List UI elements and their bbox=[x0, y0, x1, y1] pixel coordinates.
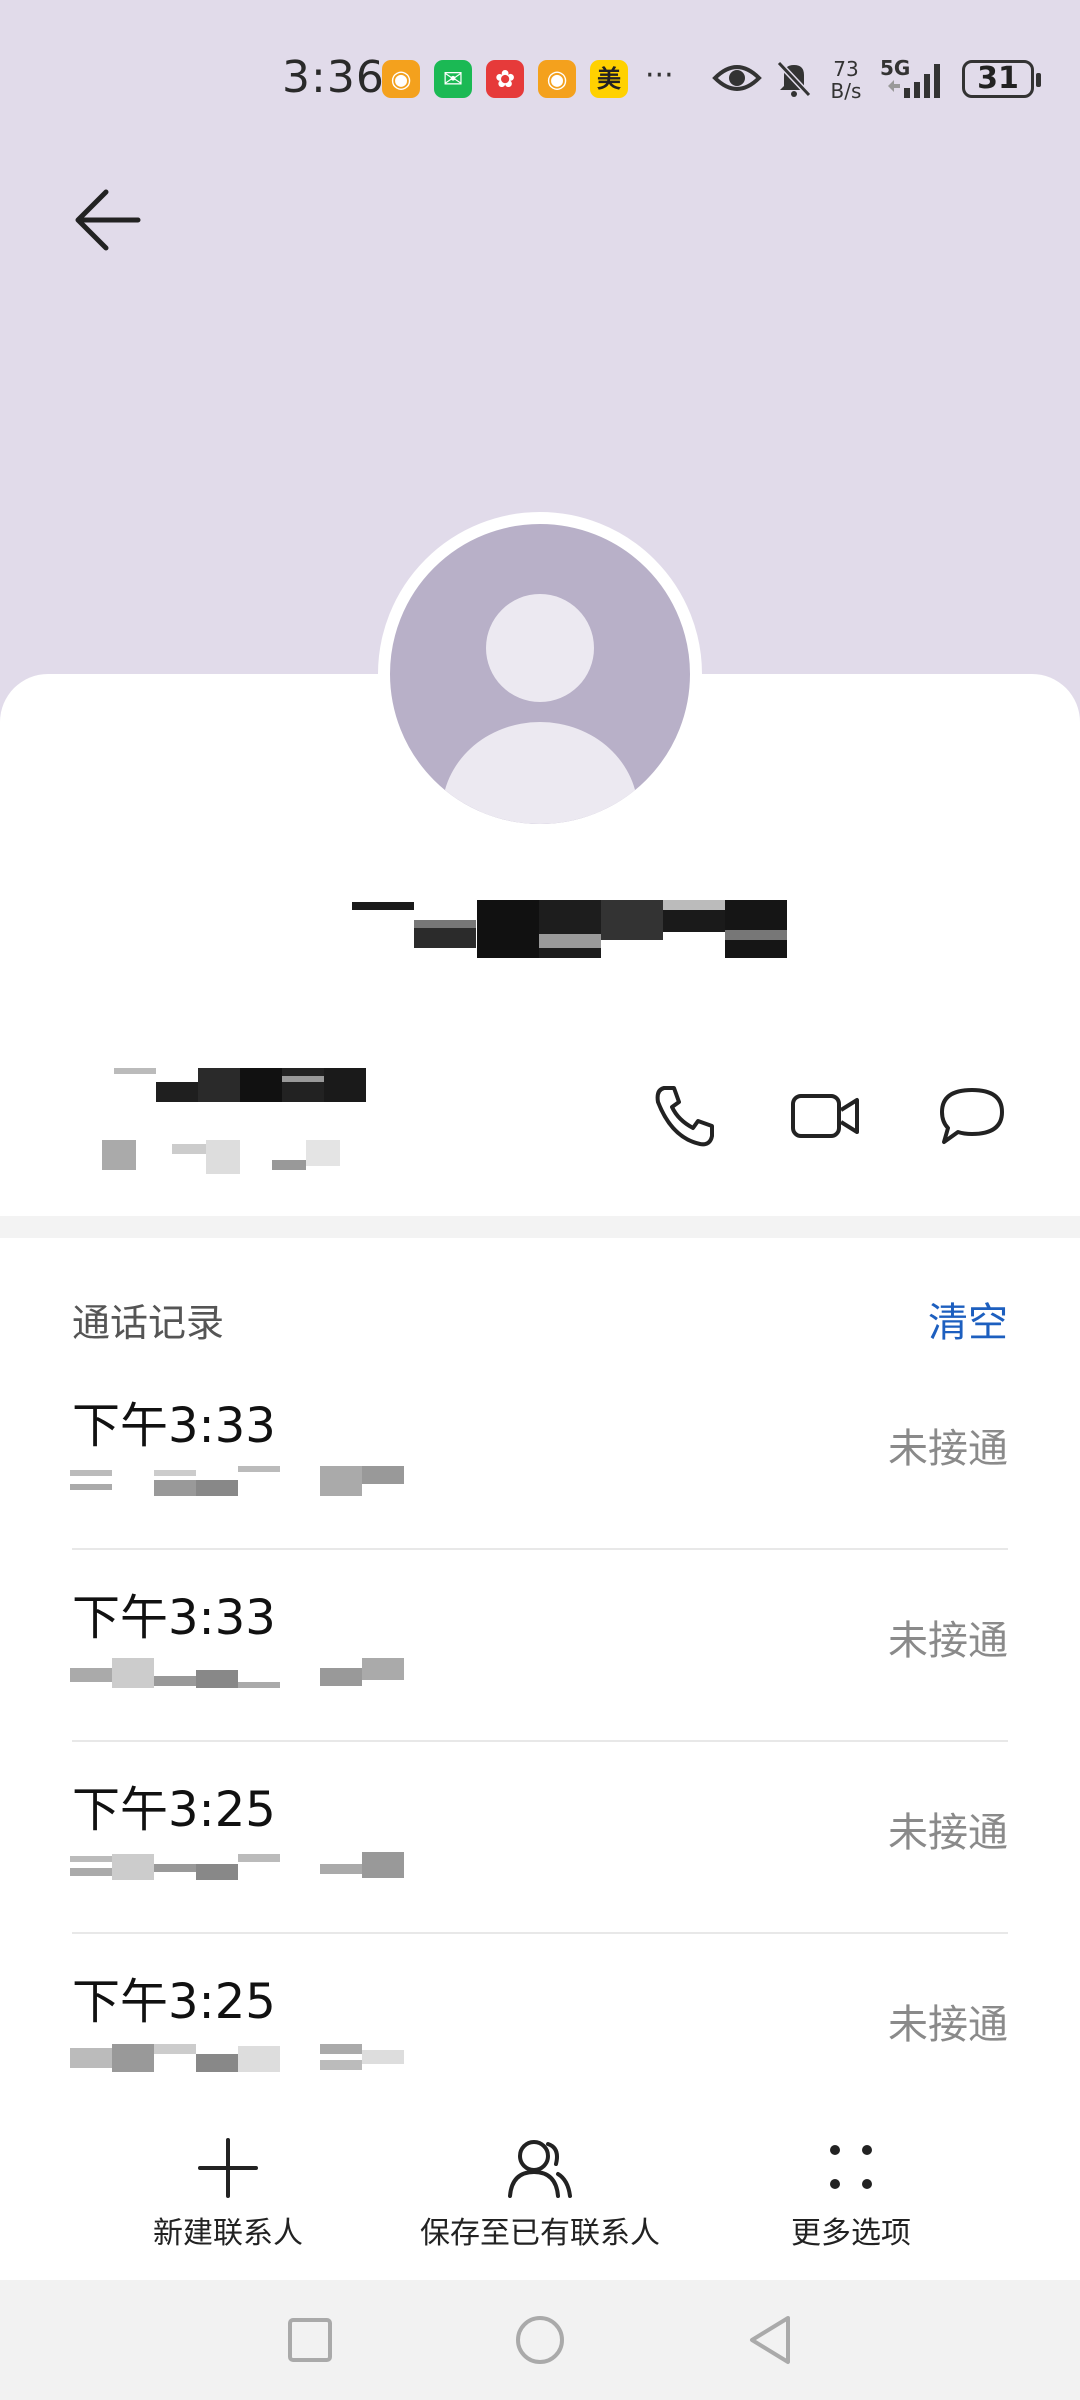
call-time: 下午3:33 bbox=[72, 1590, 276, 1646]
battery-icon: 31 bbox=[962, 60, 1041, 98]
save-to-existing-contact-button[interactable]: 保存至已有联系人 bbox=[406, 2110, 674, 2252]
weibo-icon: ◉ bbox=[382, 60, 420, 98]
plus-icon bbox=[198, 2138, 258, 2198]
recent-apps-icon[interactable] bbox=[280, 2310, 340, 2370]
back-triangle-icon[interactable] bbox=[740, 2310, 800, 2370]
contacts-person-icon bbox=[508, 2140, 572, 2198]
back-arrow-icon[interactable] bbox=[72, 184, 144, 256]
avatar[interactable] bbox=[378, 512, 702, 836]
more-dots-icon bbox=[830, 2145, 872, 2189]
mute-bell-icon bbox=[776, 60, 812, 98]
call-log-row[interactable]: 下午3:25 未接通 bbox=[70, 1934, 1008, 2126]
section-divider bbox=[0, 1216, 1080, 1238]
call-time: 下午3:25 bbox=[72, 1974, 276, 2030]
system-navigation-bar bbox=[0, 2280, 1080, 2400]
signal-icon bbox=[888, 64, 940, 98]
call-number-redacted bbox=[70, 1850, 410, 1886]
call-number-redacted bbox=[70, 1466, 410, 1502]
call-log-row[interactable]: 下午3:25 未接通 bbox=[70, 1742, 1008, 1934]
call-status: 未接通 bbox=[888, 2002, 1008, 2048]
home-icon[interactable] bbox=[510, 2310, 570, 2370]
call-status: 未接通 bbox=[888, 1618, 1008, 1664]
status-bar: 3:36 ◉ ✉ ✿ ◉ 美 ··· 73 B/s 5G 31 bbox=[0, 0, 1080, 160]
status-time: 3:36 bbox=[282, 52, 385, 103]
phone-number-redacted bbox=[72, 1068, 412, 1180]
clear-call-log-button[interactable]: 清空 bbox=[928, 1290, 1008, 1348]
weibo-icon: ◉ bbox=[538, 60, 576, 98]
wechat-icon: ✉ bbox=[434, 60, 472, 98]
avatar-head-shape bbox=[486, 594, 594, 702]
avatar-body-shape bbox=[442, 722, 638, 824]
save-to-existing-label: 保存至已有联系人 bbox=[420, 2216, 660, 2251]
contact-name-redacted bbox=[352, 900, 792, 958]
call-log-row[interactable]: 下午3:33 未接通 bbox=[70, 1358, 1008, 1550]
message-bubble-icon[interactable] bbox=[936, 1080, 1008, 1152]
call-number-redacted bbox=[70, 2042, 410, 2078]
video-camera-icon[interactable] bbox=[790, 1080, 862, 1152]
new-contact-button[interactable]: 新建联系人 bbox=[130, 2110, 326, 2252]
call-time: 下午3:25 bbox=[72, 1782, 276, 1838]
more-options-label: 更多选项 bbox=[791, 2216, 911, 2251]
call-status: 未接通 bbox=[888, 1810, 1008, 1856]
call-log-title: 通话记录 bbox=[72, 1301, 225, 1345]
net-speed-unit: B/s bbox=[830, 79, 862, 103]
more-notifications-icon: ··· bbox=[645, 58, 674, 93]
net-speed-value: 73 bbox=[833, 57, 859, 81]
eye-comfort-icon bbox=[712, 65, 762, 91]
phone-icon[interactable] bbox=[648, 1080, 720, 1152]
huawei-icon: ✿ bbox=[486, 60, 524, 98]
new-contact-label: 新建联系人 bbox=[153, 2216, 303, 2251]
bottom-action-bar: 新建联系人 保存至已有联系人 更多选项 bbox=[0, 2110, 1080, 2280]
call-log-row[interactable]: 下午3:33 未接通 bbox=[70, 1550, 1008, 1742]
call-number-redacted bbox=[70, 1658, 410, 1694]
meituan-icon: 美 bbox=[590, 60, 628, 98]
call-status: 未接通 bbox=[888, 1426, 1008, 1472]
net-speed: 73 B/s bbox=[824, 58, 868, 102]
more-options-button[interactable]: 更多选项 bbox=[766, 2110, 936, 2252]
call-time: 下午3:33 bbox=[72, 1398, 276, 1454]
